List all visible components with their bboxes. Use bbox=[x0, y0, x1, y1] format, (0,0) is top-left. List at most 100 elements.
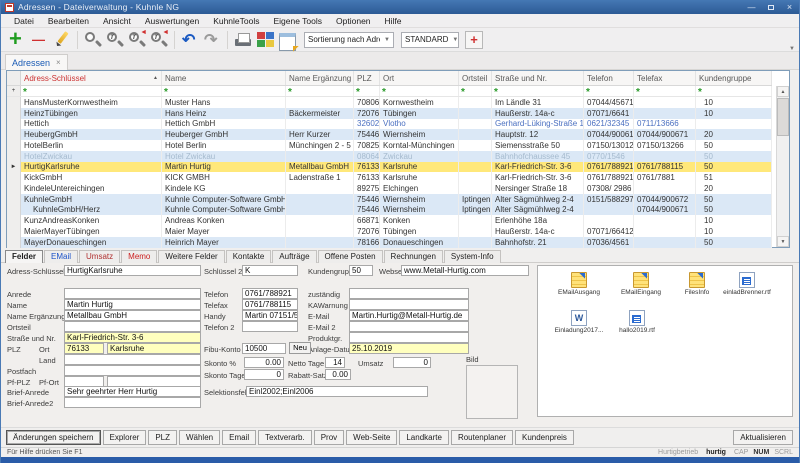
column-header-kundengruppe[interactable]: Kundengruppe bbox=[696, 71, 772, 85]
column-header-straße-und-nr[interactable]: Straße und Nr. bbox=[492, 71, 584, 85]
table-row[interactable]: HotelBerlinHotel BerlinMünchingen 2 - 57… bbox=[7, 140, 772, 151]
table-cell[interactable] bbox=[286, 119, 354, 130]
email-button[interactable]: Email bbox=[222, 430, 256, 445]
table-cell[interactable]: Im Ländle 31 bbox=[492, 97, 584, 108]
filter-cell[interactable]: * bbox=[162, 86, 286, 96]
table-row[interactable]: HeubergGmbHHeuberger GmbHHerr Kurzer7544… bbox=[7, 129, 772, 140]
field-umsatz[interactable]: 0 bbox=[393, 357, 431, 368]
edit-record-icon[interactable] bbox=[52, 30, 72, 50]
table-cell[interactable] bbox=[286, 151, 354, 162]
filter-icon[interactable]: * bbox=[494, 90, 498, 96]
field-ort[interactable]: Karlsruhe bbox=[107, 343, 201, 354]
menu-item-hilfe[interactable]: Hilfe bbox=[378, 16, 409, 26]
table-cell[interactable]: 50 bbox=[696, 140, 772, 151]
table-cell[interactable]: HeubergGmbH bbox=[21, 129, 162, 140]
table-cell[interactable]: 50 bbox=[696, 162, 772, 173]
table-cell[interactable]: 70806 bbox=[354, 97, 380, 108]
table-cell[interactable]: 0761/7881 bbox=[634, 172, 696, 183]
filter-cell[interactable]: * bbox=[286, 86, 354, 96]
column-header-ort[interactable]: Ort bbox=[380, 71, 459, 85]
field-strasse[interactable]: Karl-Friedrich-Str. 3-6 bbox=[64, 332, 201, 343]
file-item-hallo2019-rtf[interactable]: hallo2019.rtf bbox=[608, 310, 666, 334]
table-cell[interactable]: Elchingen bbox=[380, 183, 459, 194]
table-cell[interactable]: 07150/13012 bbox=[584, 140, 634, 151]
table-cell[interactable]: 07150/13266 bbox=[634, 140, 696, 151]
table-cell[interactable]: 50 bbox=[696, 194, 772, 205]
tab-aufträge[interactable]: Aufträge bbox=[272, 250, 316, 263]
filter-cell[interactable]: * bbox=[492, 86, 584, 96]
table-cell[interactable]: Bahnhofchaussee 45 bbox=[492, 151, 584, 162]
field-fibu_konto[interactable]: 10500 bbox=[242, 343, 286, 354]
table-cell[interactable]: 0621/32345 bbox=[584, 119, 634, 130]
table-cell[interactable]: KICK GMBH bbox=[162, 172, 286, 183]
search-text-back-icon[interactable]: T bbox=[127, 30, 147, 50]
table-cell[interactable] bbox=[634, 215, 696, 226]
table-cell[interactable] bbox=[584, 215, 634, 226]
table-cell[interactable]: 0761/788115 bbox=[634, 162, 696, 173]
table-cell[interactable]: 50 bbox=[696, 205, 772, 216]
table-cell[interactable]: HotelZwickau bbox=[21, 151, 162, 162]
maximize-icon[interactable] bbox=[761, 0, 780, 14]
menu-item-bearbeiten[interactable]: Bearbeiten bbox=[41, 16, 96, 26]
table-cell[interactable]: 07044/900671 bbox=[634, 129, 696, 140]
field-name_ergaenzung[interactable]: Metallbau GmbH bbox=[64, 310, 201, 321]
table-cell[interactable]: 75446 bbox=[354, 194, 380, 205]
table-cell[interactable]: Nersinger Straße 18 bbox=[492, 183, 584, 194]
field-postfach[interactable] bbox=[64, 365, 201, 376]
table-cell[interactable]: 20 bbox=[696, 183, 772, 194]
table-cell[interactable]: Hotel Zwickau bbox=[162, 151, 286, 162]
table-cell[interactable]: Kornwestheim bbox=[380, 97, 459, 108]
filter-cell[interactable]: * bbox=[696, 86, 772, 96]
table-cell[interactable]: Bahnhofstr. 21 bbox=[492, 237, 584, 248]
map-button[interactable]: Landkarte bbox=[399, 430, 449, 445]
scroll-down-icon[interactable]: ▼ bbox=[777, 236, 789, 247]
table-cell[interactable] bbox=[634, 237, 696, 248]
table-cell[interactable]: 66871 bbox=[354, 215, 380, 226]
field-brief_anrede[interactable]: Sehr geehrter Herr Hurtig bbox=[64, 386, 201, 397]
delete-record-icon[interactable] bbox=[30, 30, 50, 50]
filter-icon[interactable]: * bbox=[461, 90, 465, 96]
table-cell[interactable]: Konken bbox=[380, 215, 459, 226]
table-cell[interactable]: 32602 bbox=[354, 119, 380, 130]
column-header-name[interactable]: Name bbox=[162, 71, 286, 85]
field-telefon[interactable]: 0761/788921 bbox=[242, 288, 298, 299]
select-table-icon[interactable] bbox=[277, 30, 297, 50]
table-row[interactable]: KuhnleGmbHKuhnle Computer-Software GmbH7… bbox=[7, 194, 772, 205]
field-email[interactable]: Martin.Hurtig@Metall-Hurtig.de bbox=[349, 310, 469, 321]
table-cell[interactable]: 0761/788921 bbox=[584, 162, 634, 173]
table-cell[interactable]: KickGmbH bbox=[21, 172, 162, 183]
field-kundengruppe[interactable]: 50 bbox=[349, 265, 373, 276]
filter-cell[interactable]: * bbox=[354, 86, 380, 96]
table-cell[interactable]: 07044/900671 bbox=[634, 205, 696, 216]
table-cell[interactable] bbox=[286, 194, 354, 205]
table-cell[interactable]: MayerDonaueschingen bbox=[21, 237, 162, 248]
search-text-next-icon[interactable]: T bbox=[149, 30, 169, 50]
table-cell[interactable]: 50 bbox=[696, 151, 772, 162]
table-cell[interactable] bbox=[459, 129, 492, 140]
table-cell[interactable]: 07036/4561 bbox=[584, 237, 634, 248]
table-cell[interactable]: Heinrich Mayer bbox=[162, 237, 286, 248]
table-cell[interactable]: Heuberger GmbH bbox=[162, 129, 286, 140]
save-changes-button[interactable]: Änderungen speichern bbox=[6, 430, 101, 445]
table-cell[interactable]: Alter Sägmühlweg 2-4 bbox=[492, 194, 584, 205]
table-cell[interactable]: 10 bbox=[696, 108, 772, 119]
table-cell[interactable]: Kindele KG bbox=[162, 183, 286, 194]
table-cell[interactable]: Martin Hurtig bbox=[162, 162, 286, 173]
filter-cell[interactable]: * bbox=[459, 86, 492, 96]
field-zustaendig[interactable] bbox=[349, 288, 469, 299]
table-cell[interactable]: 0761/788921 bbox=[584, 172, 634, 183]
filter-icon[interactable]: * bbox=[356, 90, 360, 96]
table-cell[interactable]: Vlotho bbox=[380, 119, 459, 130]
table-cell[interactable]: KuhnleGmbH/Herz bbox=[21, 205, 162, 216]
table-row[interactable]: ►HurtigKarlsruheMartin HurtigMetallbau G… bbox=[7, 162, 772, 173]
file-item-emailausgang[interactable]: EMailAusgang bbox=[550, 272, 608, 296]
table-cell[interactable]: Tübingen bbox=[380, 108, 459, 119]
scroll-up-icon[interactable]: ▲ bbox=[777, 86, 789, 97]
table-cell[interactable]: Wiernsheim bbox=[380, 194, 459, 205]
table-cell[interactable]: 0770/1546 bbox=[584, 151, 634, 162]
table-cell[interactable] bbox=[459, 97, 492, 108]
table-cell[interactable]: Metallbau GmbH bbox=[286, 162, 354, 173]
field-selektionsfeld[interactable]: Einl2002;Einl2006 bbox=[246, 386, 428, 397]
table-cell[interactable]: Gerhard-Lüking-Straße 10 bbox=[492, 119, 584, 130]
table-cell[interactable]: Zwickau bbox=[380, 151, 459, 162]
